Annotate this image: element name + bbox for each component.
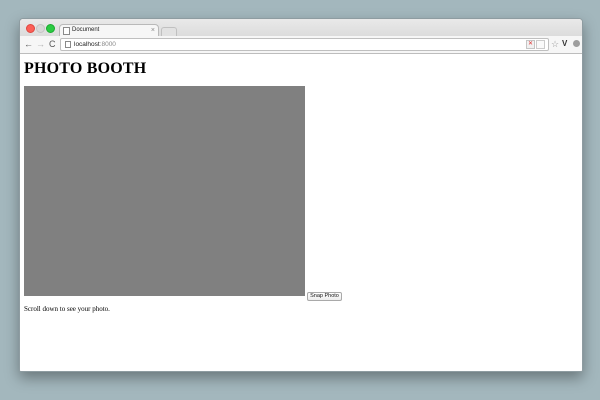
bookmark-star-icon[interactable]: ☆ [551, 38, 559, 50]
cast-icon[interactable] [536, 40, 545, 49]
extension-circle-icon[interactable] [573, 40, 580, 47]
back-arrow-icon[interactable]: ← [24, 38, 33, 50]
window-minimize-button[interactable] [36, 24, 45, 33]
scroll-hint-text: Scroll down to see your photo. [24, 305, 110, 313]
window-close-button[interactable] [26, 24, 35, 33]
url-port: :8000 [99, 41, 116, 48]
url-text[interactable]: localhost:8000 [74, 39, 116, 50]
page-icon [65, 41, 71, 48]
tab-strip: Document × [20, 19, 582, 37]
reload-icon[interactable]: C [49, 38, 56, 50]
browser-window: Document × ← → C localhost:8000 ✕ ☆ V ≡ … [19, 18, 583, 372]
new-tab-button[interactable] [161, 27, 177, 36]
camera-video-preview [24, 86, 305, 296]
document-icon [63, 27, 70, 35]
tab-close-icon[interactable]: × [151, 26, 155, 35]
v-extension-icon[interactable]: V [562, 38, 567, 50]
page-title: PHOTO BOOTH [24, 60, 147, 77]
url-host: localhost [74, 41, 100, 48]
blocked-content-icon[interactable]: ✕ [526, 40, 535, 49]
snap-photo-button[interactable]: Snap Photo [307, 292, 342, 301]
browser-toolbar: ← → C localhost:8000 ✕ ☆ V ≡ [20, 36, 582, 54]
hamburger-menu-icon[interactable]: ≡ [582, 39, 583, 49]
address-bar[interactable]: localhost:8000 ✕ [60, 38, 549, 51]
tab-title: Document [72, 27, 100, 33]
forward-arrow-icon[interactable]: → [36, 38, 45, 50]
page-content: PHOTO BOOTH Snap Photo Scroll down to se… [20, 54, 582, 371]
window-maximize-button[interactable] [46, 24, 55, 33]
